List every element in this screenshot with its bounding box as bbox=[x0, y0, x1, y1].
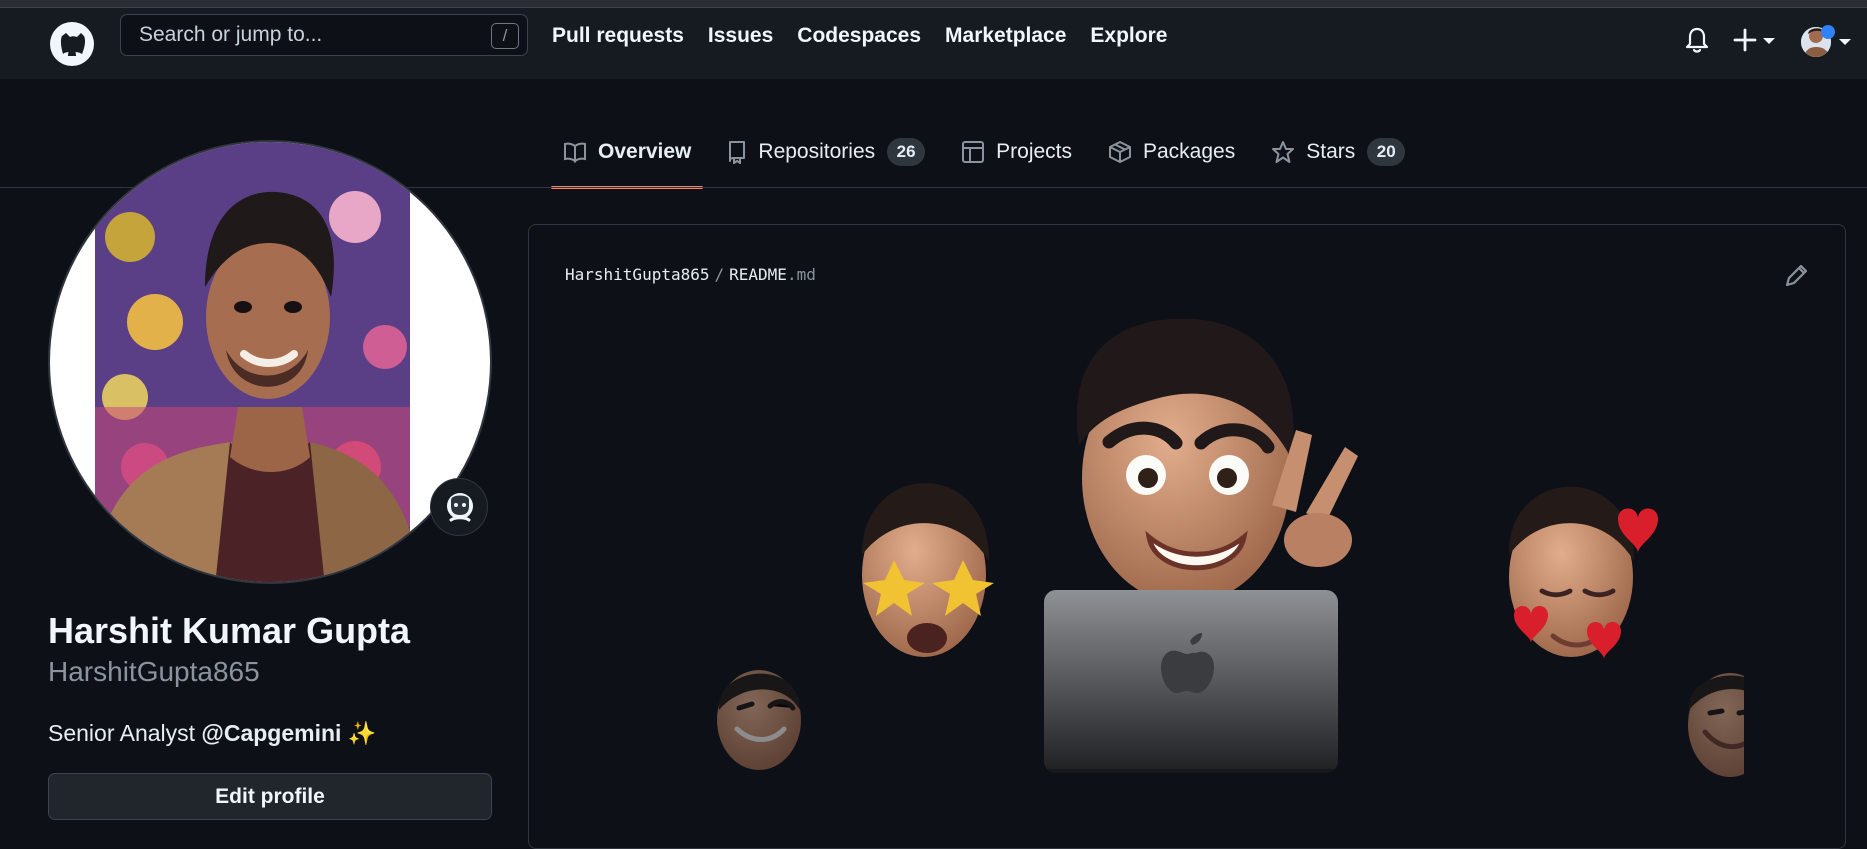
readme-path: HarshitGupta865/README.md bbox=[565, 265, 816, 284]
edit-profile-button[interactable]: Edit profile bbox=[48, 773, 492, 820]
primary-navigation: Pull requests Issues Codespaces Marketpl… bbox=[552, 24, 1167, 48]
octocat-status-icon bbox=[447, 493, 473, 522]
bio-organization-link[interactable]: @Capgemini bbox=[201, 720, 341, 746]
tab-stars[interactable]: Stars 20 bbox=[1259, 116, 1417, 188]
book-icon bbox=[564, 142, 586, 163]
laptop-illustration bbox=[1044, 590, 1338, 825]
profile-tabs: Overview Repositories 26 Projects Packag… bbox=[551, 116, 1429, 189]
profile-username: HarshitGupta865 bbox=[48, 656, 260, 687]
star-icon bbox=[1272, 141, 1295, 163]
nav-pull-requests[interactable]: Pull requests bbox=[552, 24, 684, 48]
bio-role: Senior Analyst bbox=[48, 720, 196, 746]
star-eyes-memoji bbox=[861, 483, 994, 657]
tab-overview[interactable]: Overview bbox=[551, 116, 704, 189]
small-right-memoji bbox=[1688, 673, 1744, 777]
nav-codespaces[interactable]: Codespaces bbox=[797, 24, 921, 48]
browser-top-line bbox=[0, 0, 1867, 8]
search-shortcut-key: / bbox=[491, 23, 519, 49]
github-mark-icon[interactable] bbox=[48, 20, 96, 68]
caret-down-icon bbox=[1763, 38, 1775, 44]
small-left-memoji bbox=[717, 670, 801, 770]
tab-overview-label: Overview bbox=[598, 140, 692, 163]
avatar-photo bbox=[50, 142, 490, 582]
hearts-memoji bbox=[1508, 486, 1658, 659]
readme-owner-link[interactable]: HarshitGupta865 bbox=[565, 265, 710, 284]
tab-stars-label: Stars bbox=[1306, 140, 1356, 163]
table-icon bbox=[962, 141, 985, 163]
search-input[interactable] bbox=[139, 23, 479, 47]
main-memoji bbox=[1076, 318, 1358, 604]
repo-icon bbox=[729, 141, 746, 164]
search-box[interactable]: / bbox=[120, 14, 528, 56]
sparkles-icon: ✨ bbox=[347, 720, 377, 746]
plus-icon bbox=[1733, 28, 1757, 52]
top-navigation-bar: / Pull requests Issues Codespaces Market… bbox=[0, 8, 1867, 79]
nav-marketplace[interactable]: Marketplace bbox=[945, 24, 1066, 48]
tab-repositories-label: Repositories bbox=[758, 140, 876, 163]
set-status-button[interactable] bbox=[430, 478, 488, 536]
tab-projects-label: Projects bbox=[996, 140, 1072, 163]
plus-dropdown-button[interactable] bbox=[1733, 25, 1781, 55]
nav-issues[interactable]: Issues bbox=[708, 24, 773, 48]
tab-packages[interactable]: Packages bbox=[1096, 116, 1247, 188]
package-icon bbox=[1109, 141, 1131, 163]
profile-name: Harshit Kumar Gupta bbox=[48, 610, 411, 651]
readme-filename-link[interactable]: README bbox=[729, 265, 787, 284]
stars-count-badge: 20 bbox=[1367, 138, 1406, 166]
tab-repositories[interactable]: Repositories 26 bbox=[715, 116, 937, 188]
profile-bio: Senior Analyst @Capgemini ✨ bbox=[48, 720, 376, 747]
memoji-laptop-illustration bbox=[717, 318, 1744, 825]
repositories-count-badge: 26 bbox=[887, 138, 926, 166]
tab-packages-label: Packages bbox=[1143, 140, 1236, 163]
nav-explore[interactable]: Explore bbox=[1090, 24, 1167, 48]
bell-icon[interactable] bbox=[1685, 27, 1709, 53]
readme-path-separator: / bbox=[714, 265, 725, 284]
pencil-icon[interactable] bbox=[1783, 263, 1809, 289]
avatar[interactable] bbox=[1798, 18, 1854, 62]
tab-projects[interactable]: Projects bbox=[949, 116, 1084, 188]
profile-readme-card: HarshitGupta865/README.md bbox=[528, 224, 1846, 849]
readme-extension: .md bbox=[786, 265, 816, 284]
profile-avatar[interactable] bbox=[48, 140, 492, 584]
